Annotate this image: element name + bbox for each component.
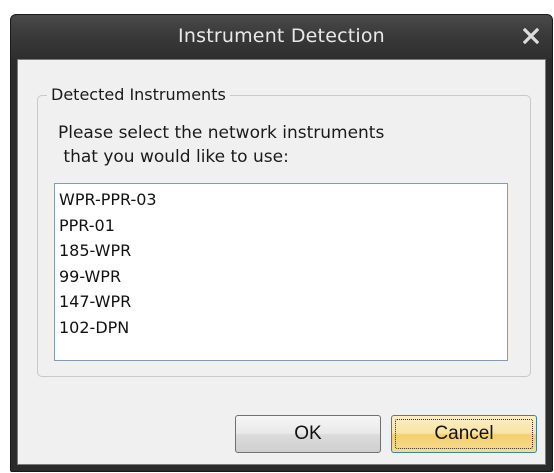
list-item[interactable]: PPR-01 <box>59 213 507 239</box>
group-legend: Detected Instruments <box>47 84 230 106</box>
window-title: Instrument Detection <box>178 25 385 47</box>
close-button[interactable] <box>516 21 546 51</box>
cancel-button[interactable]: Cancel <box>391 415 537 453</box>
dialog-window: Instrument Detection Detected Instrument… <box>10 14 553 472</box>
list-item[interactable]: 102-DPN <box>59 315 507 341</box>
close-icon <box>523 28 539 44</box>
ok-button-label: OK <box>294 423 322 444</box>
dialog-client-area: Detected Instruments Please select the n… <box>17 59 546 465</box>
list-item[interactable]: WPR-PPR-03 <box>59 187 507 213</box>
list-item[interactable]: 99-WPR <box>59 264 507 290</box>
list-item[interactable]: 185-WPR <box>59 238 507 264</box>
list-item[interactable]: 147-WPR <box>59 289 507 315</box>
ok-button[interactable]: OK <box>235 415 381 453</box>
title-bar[interactable]: Instrument Detection <box>11 15 552 59</box>
detected-instruments-group: Detected Instruments Please select the n… <box>37 84 531 377</box>
selection-prompt: Please select the network instruments th… <box>58 123 385 167</box>
cancel-button-label: Cancel <box>434 423 494 444</box>
instrument-listbox[interactable]: WPR-PPR-03 PPR-01 185-WPR 99-WPR 147-WPR… <box>54 183 508 361</box>
